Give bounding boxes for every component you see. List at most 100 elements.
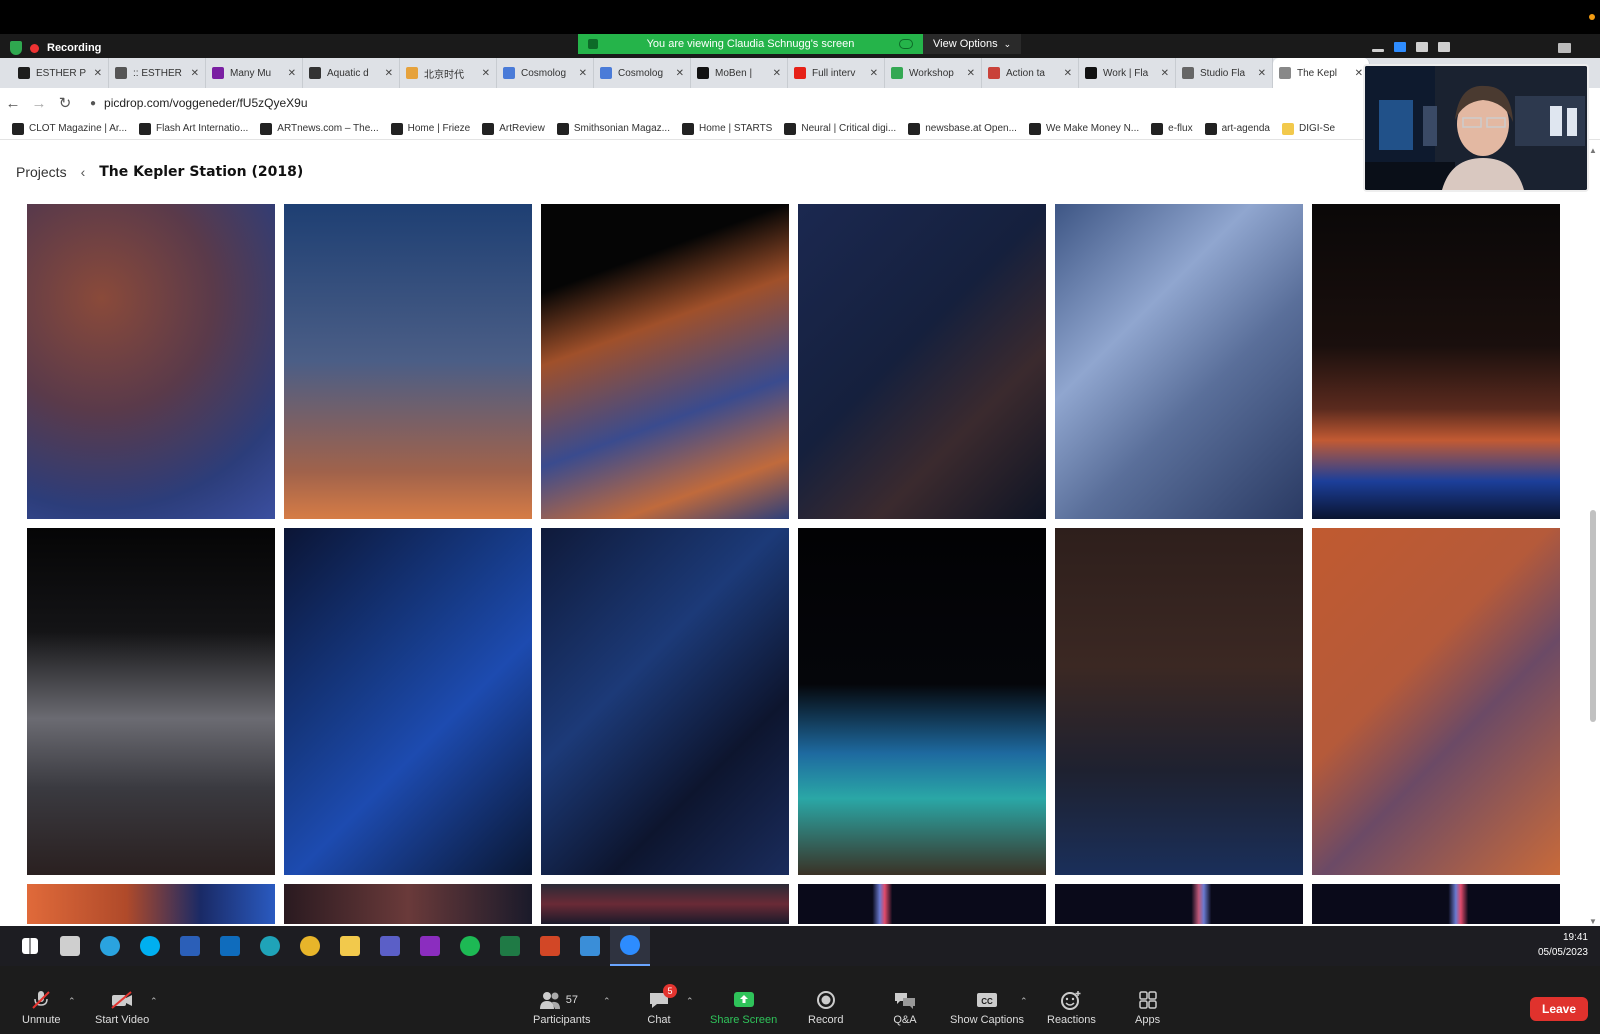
taskbar-app-spotify[interactable] [450, 926, 490, 966]
photo-partial-photo-3[interactable] [541, 884, 789, 924]
photo-martian-rocks-object[interactable] [1312, 528, 1560, 875]
bookmark-item[interactable]: art-agenda [1204, 122, 1270, 135]
record-button[interactable]: Record [808, 990, 843, 1026]
bookmark-item[interactable]: CLOT Magazine | Ar... [12, 122, 127, 135]
photo-two-astronauts-dome[interactable] [1055, 528, 1303, 875]
tab-close-icon[interactable]: ✕ [773, 68, 781, 79]
recording-indicator[interactable]: Recording [10, 40, 101, 56]
video-options-caret[interactable]: ⌃ [150, 996, 158, 1007]
tab-close-icon[interactable]: ✕ [288, 68, 296, 79]
minimize-icon[interactable] [1372, 49, 1384, 52]
gallery-view-icon[interactable] [1438, 42, 1450, 52]
tab-close-icon[interactable]: ✕ [1258, 68, 1266, 79]
taskbar-app-powerpoint[interactable] [530, 926, 570, 966]
browser-tab[interactable]: :: ESTHER ✕ [109, 58, 206, 88]
chat-options-caret[interactable]: ⌃ [686, 996, 694, 1007]
captions-options-caret[interactable]: ⌃ [1020, 996, 1028, 1007]
audio-options-caret[interactable]: ⌃ [68, 996, 76, 1007]
photo-red-blue-terrain-texture[interactable] [27, 204, 275, 519]
taskbar-app-task-view[interactable] [50, 926, 90, 966]
chevron-left-icon[interactable]: ‹ [81, 164, 86, 180]
chat-button[interactable]: 5 Chat [647, 984, 677, 1026]
taskbar-app-telegram[interactable] [90, 926, 130, 966]
taskbar-app-windows-start[interactable] [10, 926, 50, 966]
taskbar-app-chrome[interactable] [290, 926, 330, 966]
bookmark-item[interactable]: DIGI-Se [1281, 122, 1335, 135]
bookmark-item[interactable]: ARTnews.com – The... [260, 122, 379, 135]
breadcrumb-projects[interactable]: Projects [16, 164, 67, 180]
view-options-button[interactable]: View Options ⌄ [923, 34, 1021, 54]
bookmark-item[interactable]: Neural | Critical digi... [784, 122, 896, 135]
tab-close-icon[interactable]: ✕ [191, 68, 199, 79]
photo-dome-station-night[interactable] [1312, 204, 1560, 519]
browser-tab[interactable]: Workshop ✕ [885, 58, 982, 88]
tab-close-icon[interactable]: ✕ [94, 68, 102, 79]
photo-glowing-dome-field[interactable] [798, 528, 1046, 875]
photo-partial-photo-6[interactable] [1312, 884, 1560, 924]
photo-rocky-hill-blue-orange[interactable] [541, 204, 789, 519]
tab-close-icon[interactable]: ✕ [579, 68, 587, 79]
browser-tab[interactable]: Aquatic d ✕ [303, 58, 400, 88]
tab-close-icon[interactable]: ✕ [1064, 68, 1072, 79]
apps-button[interactable]: Apps [1135, 990, 1160, 1026]
bookmark-item[interactable]: Smithsonian Magaz... [556, 122, 670, 135]
scroll-up-icon[interactable]: ▲ [1589, 146, 1597, 155]
taskbar-app-onenote[interactable] [410, 926, 450, 966]
photo-spacesuit-tubes-detail[interactable] [1055, 204, 1303, 519]
reactions-button[interactable]: Reactions [1047, 990, 1096, 1026]
photo-partial-photo-4[interactable] [798, 884, 1046, 924]
scroll-thumb[interactable] [1590, 510, 1596, 722]
taskbar-app-outlook[interactable] [210, 926, 250, 966]
reload-icon[interactable]: ↻ [52, 94, 78, 112]
taskbar-app-edge[interactable] [250, 926, 290, 966]
photo-satellite-dish-at-sunset[interactable] [284, 204, 532, 519]
start-video-button[interactable]: Start Video [95, 990, 149, 1026]
taskbar-app-photos[interactable] [570, 926, 610, 966]
bookmark-item[interactable]: Home | Frieze [390, 122, 470, 135]
browser-tab[interactable]: Full interv ✕ [788, 58, 885, 88]
browser-tab[interactable]: Many Mu ✕ [206, 58, 303, 88]
photo-woman-blue-light[interactable] [541, 528, 789, 875]
scrollbar[interactable]: ▲ ▼ [1588, 140, 1598, 926]
browser-tab[interactable]: 北京时代 ✕ [400, 58, 497, 88]
unmute-button[interactable]: Unmute [22, 990, 61, 1026]
leave-button[interactable]: Leave [1530, 997, 1588, 1021]
qa-button[interactable]: Q&A [893, 990, 917, 1026]
bookmark-item[interactable]: ArtReview [482, 122, 545, 135]
taskbar-app-excel[interactable] [490, 926, 530, 966]
browser-tab[interactable]: ESTHER P ✕ [12, 58, 109, 88]
browser-tab[interactable]: Cosmolog ✕ [497, 58, 594, 88]
browser-tab[interactable]: Cosmolog ✕ [594, 58, 691, 88]
photo-partial-photo-2[interactable] [284, 884, 532, 924]
url-field[interactable]: picdrop.com/voggeneder/fU5zQyeX9u [104, 96, 307, 110]
bookmark-item[interactable]: We Make Money N... [1028, 122, 1139, 135]
tab-close-icon[interactable]: ✕ [676, 68, 684, 79]
photo-astronaut-corridor[interactable] [27, 528, 275, 875]
tab-close-icon[interactable]: ✕ [1355, 68, 1363, 79]
browser-tab[interactable]: Work | Fla ✕ [1079, 58, 1176, 88]
single-speaker-icon[interactable] [1394, 42, 1406, 52]
pip-icon[interactable] [1558, 43, 1571, 53]
bookmark-item[interactable]: e-flux [1151, 122, 1193, 135]
strip-view-icon[interactable] [1416, 42, 1428, 52]
forward-arrow-icon[interactable]: → [26, 95, 52, 112]
participant-video[interactable] [1363, 64, 1589, 192]
bookmark-item[interactable]: Flash Art Internatio... [139, 122, 248, 135]
taskbar-app-word[interactable] [170, 926, 210, 966]
system-clock[interactable]: 19:41 05/05/2023 [1538, 930, 1588, 960]
tab-close-icon[interactable]: ✕ [870, 68, 878, 79]
bookmark-item[interactable]: newsbase.at Open... [908, 122, 1017, 135]
taskbar-app-zoom[interactable] [610, 926, 650, 966]
browser-tab[interactable]: Studio Fla ✕ [1176, 58, 1273, 88]
taskbar-app-file-explorer[interactable] [330, 926, 370, 966]
photo-partial-photo-5[interactable] [1055, 884, 1303, 924]
back-arrow-icon[interactable]: ← [0, 95, 26, 112]
share-screen-button[interactable]: Share Screen [710, 990, 777, 1026]
tab-close-icon[interactable]: ✕ [482, 68, 490, 79]
browser-tab[interactable]: MoBen | ✕ [691, 58, 788, 88]
participants-button[interactable]: 57 Participants [533, 990, 590, 1026]
photo-partial-photo-1[interactable] [27, 884, 275, 924]
photo-light-trails-machinery[interactable] [284, 528, 532, 875]
browser-tab[interactable]: The Kepl ✕ [1273, 58, 1370, 88]
show-captions-button[interactable]: CC Show Captions [950, 990, 1024, 1026]
